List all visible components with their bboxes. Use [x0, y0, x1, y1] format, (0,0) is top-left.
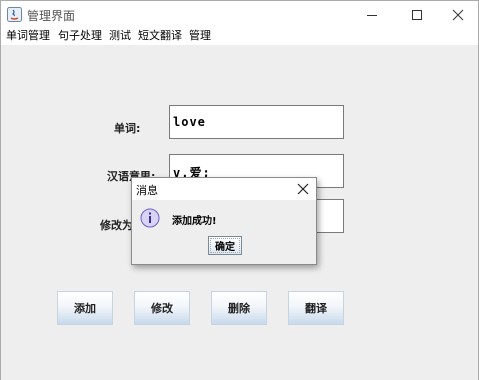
- maximize-button[interactable]: [397, 1, 437, 29]
- menu-test[interactable]: 测试: [109, 29, 131, 45]
- menu-word-management[interactable]: 单词管理: [6, 29, 50, 45]
- menu-essay-translation[interactable]: 短文翻译: [138, 29, 182, 45]
- java-app-icon: [7, 7, 22, 22]
- modify-button[interactable]: 修改: [134, 291, 190, 325]
- menu-management[interactable]: 管理: [189, 29, 211, 45]
- word-label: 单词:: [114, 122, 141, 135]
- menu-sentence-processing[interactable]: 句子处理: [58, 29, 102, 45]
- delete-button[interactable]: 删除: [211, 291, 267, 325]
- window-title: 管理界面: [27, 9, 76, 23]
- close-icon[interactable]: [296, 182, 310, 196]
- title-bar: 管理界面: [1, 1, 478, 29]
- dialog-message: 添加成功!: [172, 216, 217, 227]
- minimize-icon: [367, 15, 377, 16]
- dialog-title: 消息: [136, 184, 158, 197]
- close-icon: [452, 9, 464, 21]
- maximize-icon: [412, 10, 422, 20]
- translate-button[interactable]: 翻译: [288, 291, 344, 325]
- info-icon: [140, 208, 160, 228]
- add-button[interactable]: 添加: [57, 291, 113, 325]
- minimize-button[interactable]: [352, 1, 392, 29]
- word-input[interactable]: love: [169, 105, 344, 139]
- ok-button[interactable]: 确定: [208, 236, 242, 255]
- menu-bar: 单词管理 句子处理 测试 短文翻译 管理: [1, 29, 478, 45]
- modify-label: 修改为: [100, 219, 133, 232]
- message-dialog: 消息 添加成功! 确定: [131, 177, 317, 265]
- close-button[interactable]: [438, 1, 478, 29]
- dialog-title-bar: 消息: [132, 178, 316, 200]
